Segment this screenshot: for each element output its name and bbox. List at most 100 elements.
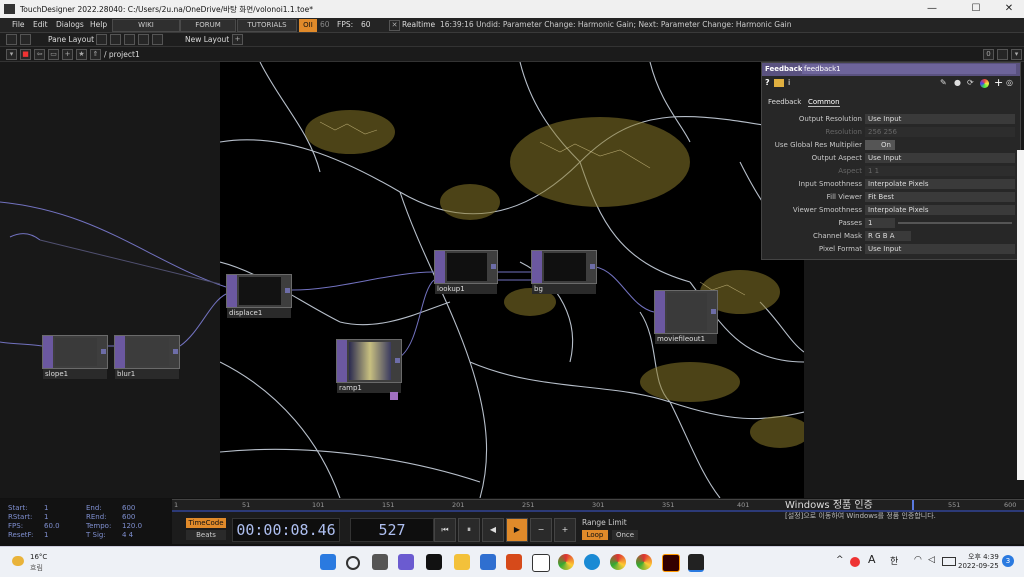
resolution-field[interactable]: 256 256 — [865, 127, 1015, 137]
parent-icon[interactable]: ⇑ — [90, 49, 101, 60]
tutorials-button[interactable]: TUTORIALS — [237, 19, 297, 32]
ime-a-icon[interactable]: A — [868, 553, 876, 566]
once-button[interactable]: Once — [612, 530, 638, 540]
add-param-icon[interactable]: + — [994, 76, 1003, 89]
beats-button[interactable]: Beats — [186, 530, 226, 540]
maximize-button[interactable]: ☐ — [964, 2, 988, 16]
tray-icon-1[interactable] — [850, 557, 860, 567]
office-icon[interactable] — [506, 554, 522, 570]
notion-icon[interactable] — [532, 554, 550, 572]
illustrator-icon[interactable] — [662, 554, 680, 572]
realtime-checkbox[interactable]: ✕ — [389, 20, 400, 31]
node-slope1[interactable]: slope1 — [42, 335, 108, 379]
network-path[interactable]: / project1 — [104, 50, 140, 59]
menu-file[interactable]: File — [12, 20, 25, 29]
stop-icon[interactable]: ■ — [20, 49, 31, 60]
tab-common[interactable]: Common — [808, 98, 840, 107]
play-forward-button[interactable]: ▶ — [506, 518, 528, 542]
fps-value[interactable]: 60.0 — [44, 522, 60, 530]
menu-edit[interactable]: Edit — [33, 20, 48, 29]
passes-slider[interactable] — [898, 222, 1012, 224]
pane-close-icon[interactable]: ▾ — [1011, 49, 1022, 60]
skip-start-button[interactable]: ⏮ — [434, 518, 456, 542]
pause-button[interactable]: ⏸ — [458, 518, 480, 542]
menu-help[interactable]: Help — [90, 20, 107, 29]
global-res-toggle[interactable]: On — [865, 140, 895, 150]
edge-icon[interactable] — [584, 554, 600, 570]
output-resolution-menu[interactable]: Use Input — [865, 114, 1015, 124]
passes-field[interactable]: 1 — [865, 218, 895, 228]
tray-overflow-icon[interactable]: ^ — [836, 555, 844, 565]
pane-number[interactable]: 0 — [983, 49, 994, 60]
op-name-field[interactable]: feedback1 — [802, 64, 1016, 74]
end-value[interactable]: 600 — [122, 504, 135, 512]
step-back-button[interactable]: − — [530, 518, 552, 542]
edit-icon[interactable]: ✎ — [940, 78, 947, 87]
dropdown-icon[interactable]: ▾ — [6, 49, 17, 60]
node-blur1[interactable]: blur1 — [114, 335, 180, 379]
node-lookup1[interactable]: lookup1 — [434, 250, 498, 294]
forum-button[interactable]: FORUM — [180, 19, 236, 32]
task-view-icon[interactable] — [372, 554, 388, 570]
time-display[interactable]: 00:00:08.46 — [232, 518, 340, 542]
help-icon[interactable]: ? — [765, 78, 770, 87]
teams-icon[interactable] — [398, 554, 414, 570]
ime-han-icon[interactable]: 한 — [890, 554, 898, 567]
battery-icon[interactable] — [942, 557, 956, 566]
play-backward-button[interactable]: ◀ — [482, 518, 504, 542]
menu-dialogs[interactable]: Dialogs — [56, 20, 84, 29]
chrome-profile2-icon[interactable] — [636, 554, 652, 570]
volume-icon[interactable]: ◁ — [928, 555, 935, 565]
color-icon[interactable] — [980, 79, 989, 88]
tab-feedback[interactable]: Feedback — [768, 98, 801, 106]
target-icon[interactable]: ◎ — [1006, 78, 1013, 87]
new-layout-add-button[interactable]: + — [232, 34, 243, 45]
node-ramp1[interactable]: ramp1 — [336, 339, 402, 393]
layout-icon-c[interactable] — [96, 34, 107, 45]
viewer-smoothness-menu[interactable]: Interpolate Pixels — [865, 205, 1015, 215]
fill-viewer-menu[interactable]: Fit Best — [865, 192, 1015, 202]
comment-icon[interactable]: ● — [954, 78, 961, 87]
file-explorer-icon[interactable] — [454, 554, 470, 570]
frame-display[interactable]: 527 — [350, 518, 434, 542]
weather-icon[interactable] — [12, 556, 24, 566]
step-forward-button[interactable]: + — [554, 518, 576, 542]
layout-icon-g[interactable] — [152, 34, 163, 45]
pixel-format-menu[interactable]: Use Input — [865, 244, 1015, 254]
touchdesigner-icon[interactable] — [688, 554, 704, 572]
forward-icon[interactable]: ▭ — [48, 49, 59, 60]
minimize-button[interactable]: — — [920, 2, 944, 16]
layout-icon-b[interactable] — [20, 34, 31, 45]
layout-icon-e[interactable] — [124, 34, 135, 45]
new-layout-label[interactable]: New Layout — [185, 35, 229, 44]
python-icon[interactable] — [774, 79, 784, 87]
search-icon[interactable] — [346, 556, 360, 570]
aspect-field[interactable]: 1 1 — [865, 166, 1015, 176]
layout-icon-d[interactable] — [110, 34, 121, 45]
notification-badge[interactable]: 3 — [1002, 555, 1014, 567]
start-icon[interactable] — [320, 554, 336, 570]
back-icon[interactable]: ⇦ — [34, 49, 45, 60]
ramp1-viewer-flag[interactable] — [390, 392, 398, 400]
wiki-button[interactable]: WIKI — [112, 19, 180, 32]
oii-toggle[interactable]: OII — [299, 19, 317, 32]
star-icon[interactable]: ★ — [76, 49, 87, 60]
input-smoothness-menu[interactable]: Interpolate Pixels — [865, 179, 1015, 189]
pane-split-icon[interactable] — [997, 49, 1008, 60]
layout-icon-a[interactable] — [6, 34, 17, 45]
clock-time[interactable]: 오후 4:39 — [968, 552, 999, 562]
add-icon[interactable]: + — [62, 49, 73, 60]
output-aspect-menu[interactable]: Use Input — [865, 153, 1015, 163]
resetf-value[interactable]: 1 — [44, 531, 48, 539]
rstart-value[interactable]: 1 — [44, 513, 48, 521]
start-value[interactable]: 1 — [44, 504, 48, 512]
timecode-button[interactable]: TimeCode — [186, 518, 226, 528]
netflix-icon[interactable] — [426, 554, 442, 570]
wifi-icon[interactable]: ◠ — [914, 555, 922, 565]
chrome-icon[interactable] — [558, 554, 574, 570]
close-button[interactable]: ✕ — [997, 2, 1021, 16]
layout-icon-f[interactable] — [138, 34, 149, 45]
loop-button[interactable]: Loop — [582, 530, 608, 540]
tempo-value[interactable]: 120.0 — [122, 522, 142, 530]
rend-value[interactable]: 600 — [122, 513, 135, 521]
